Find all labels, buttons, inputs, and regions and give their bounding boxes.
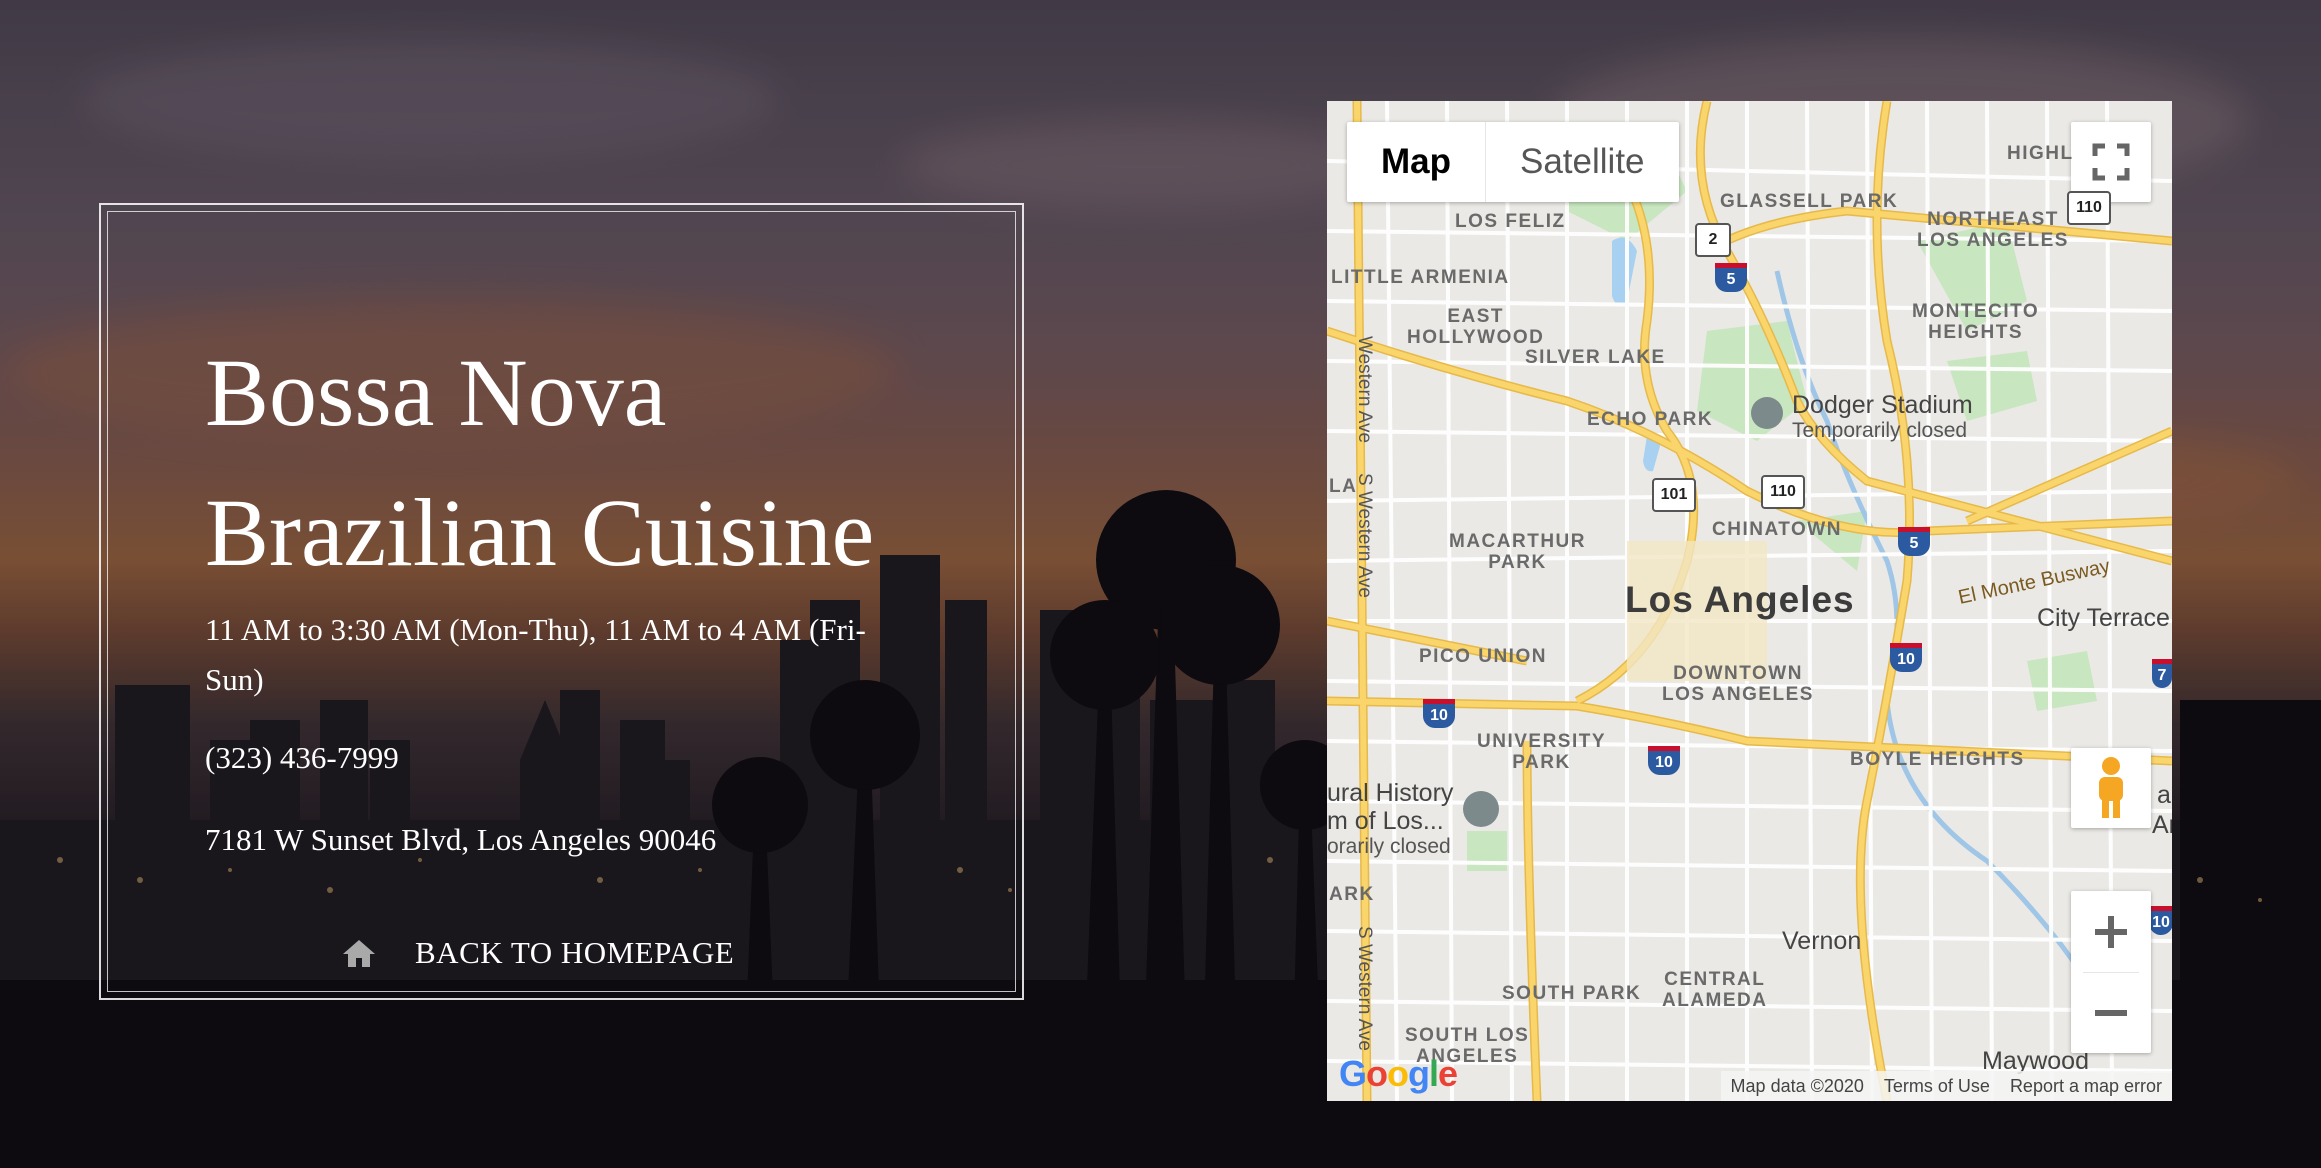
map-label-montecito-heights-line-1: MONTECITO [1912, 301, 2040, 322]
restaurant-info-card: Bossa Nova Brazilian Cuisine 11 AM to 3:… [99, 203, 1024, 1000]
map-label-university-park-line-1: UNIVERSITY [1477, 731, 1607, 752]
google-logo-e: e [1438, 1053, 1458, 1094]
pegman-icon [2099, 757, 2123, 818]
map-label-pico-union: PICO UNION [1419, 646, 1547, 667]
terms-of-use-link[interactable]: Terms of Use [1874, 1076, 2000, 1097]
map-label-northeast-la-line-1: NORTHEAST [1927, 209, 2059, 230]
zoom-control [2071, 891, 2151, 1053]
route-110-shield-north: 110 [2067, 191, 2111, 225]
fullscreen-button[interactable] [2071, 122, 2151, 202]
map-label-macarthur-park-line-2: PARK [1488, 552, 1547, 573]
map-label-east-hollywood-line-2: HOLLYWOOD [1407, 327, 1545, 348]
map-label-echo-park: ECHO PARK [1587, 409, 1714, 430]
map-label-city-terrace: City Terrace [2037, 604, 2170, 632]
map-label-dodger-status: Temporarily closed [1792, 419, 1968, 442]
interstate-5-shield-east: 5 [1898, 527, 1930, 556]
route-101-shield: 101 [1652, 478, 1696, 512]
map-label-central-alameda: CENTRAL ALAMEDA [1662, 969, 1768, 1011]
fullscreen-icon [2092, 143, 2130, 181]
map-label-vernon: Vernon [1782, 927, 1862, 955]
map-label-chinatown: CHINATOWN [1712, 519, 1842, 540]
map-label-dodger-stadium: Dodger Stadium [1792, 391, 1973, 419]
map-label-museum-line-2: m of Los... [1327, 807, 1444, 835]
google-logo-l: l [1429, 1053, 1439, 1094]
map-label-boyle-heights: BOYLE HEIGHTS [1850, 749, 2025, 770]
street-address: 7181 W Sunset Blvd, Los Angeles 90046 [205, 822, 717, 857]
street-view-pegman[interactable] [2071, 748, 2151, 828]
map-attribution-bar: Map data ©2020 Terms of Use Report a map… [1720, 1071, 2172, 1101]
map-label-museum-line-1: ural History [1327, 779, 1454, 807]
route-2-shield: 2 [1695, 223, 1731, 257]
map-label-glassell-park: GLASSELL PARK [1720, 191, 1899, 212]
map-label-northeast-la-line-2: LOS ANGELES [1917, 230, 2069, 251]
map-label-university-park-line-2: PARK [1512, 752, 1571, 773]
map-label-east-hollywood: EAST HOLLYWOOD [1407, 306, 1544, 348]
map-label-silver-lake: SILVER LAKE [1525, 347, 1666, 368]
title-line-2: Brazilian Cuisine [205, 479, 875, 586]
interstate-5-shield: 5 [1715, 263, 1747, 292]
map-data-credit: Map data ©2020 [1730, 1075, 1864, 1096]
google-map[interactable]: Map Satellite HIGHL LOS FELIZ GLASSELL P… [1327, 101, 2172, 1101]
map-label-museum-status: orarily closed [1327, 835, 1451, 858]
route-110-shield: 110 [1761, 475, 1805, 509]
map-type-toggle: Map Satellite [1347, 122, 1679, 202]
map-label-downtown-la-line-1: DOWNTOWN [1673, 663, 1803, 684]
interstate-10-shield-west: 10 [1423, 699, 1455, 728]
map-label-edge-a: a [2157, 781, 2171, 809]
opening-hours: 11 AM to 3:30 AM (Mon-Thu), 11 AM to 4 A… [205, 605, 925, 705]
map-label-little-armenia: LITTLE ARMENIA [1331, 267, 1510, 288]
map-label-montecito-heights-line-2: HEIGHTS [1928, 322, 2024, 343]
map-label-macarthur-park-line-1: MACARTHUR [1449, 531, 1586, 552]
map-label-central-alameda-line-2: ALAMEDA [1662, 990, 1768, 1011]
google-logo[interactable]: Google [1339, 1053, 1458, 1095]
interstate-10-shield-east: 10 [1890, 643, 1922, 672]
interstate-10-shield-edge: 10 [2149, 906, 2172, 935]
map-label-western-ave: Western Ave [1354, 336, 1375, 444]
map-label-ark-edge: ARK [1329, 884, 1375, 905]
back-to-homepage-label: BACK TO HOMEPAGE [415, 935, 735, 970]
map-type-map-button[interactable]: Map [1347, 122, 1486, 202]
interstate-10-shield-center: 10 [1648, 746, 1680, 775]
map-type-satellite-button[interactable]: Satellite [1486, 122, 1679, 202]
map-label-northeast-la: NORTHEAST LOS ANGELES [1917, 209, 2069, 251]
map-label-downtown-la: DOWNTOWN LOS ANGELES [1662, 663, 1814, 705]
hours-line-2: Sun) [205, 662, 264, 697]
map-label-central-alameda-line-1: CENTRAL [1664, 969, 1766, 990]
map-label-east-hollywood-line-1: EAST [1447, 306, 1505, 327]
map-label-los-feliz: LOS FELIZ [1455, 211, 1566, 232]
hours-line-1: 11 AM to 3:30 AM (Mon-Thu), 11 AM to 4 A… [205, 612, 866, 647]
title-line-1: Bossa Nova [205, 339, 667, 446]
map-label-s-western-ave: S Western Ave [1354, 473, 1375, 598]
map-label-macarthur-park: MACARTHUR PARK [1449, 531, 1586, 573]
map-label-montecito-heights: MONTECITO HEIGHTS [1912, 301, 2039, 343]
zoom-in-button[interactable] [2071, 892, 2151, 972]
map-label-university-park: UNIVERSITY PARK [1477, 731, 1606, 773]
report-map-error-link[interactable]: Report a map error [2000, 1076, 2172, 1097]
google-logo-g: G [1339, 1053, 1367, 1094]
map-label-south-los-angeles-line-1: SOUTH LOS [1405, 1025, 1530, 1046]
minus-icon [2095, 1009, 2127, 1016]
plus-icon [2095, 915, 2127, 948]
map-label-south-park: SOUTH PARK [1502, 983, 1642, 1004]
map-label-edge-an: An [2152, 811, 2172, 839]
restaurant-title: Bossa Nova Brazilian Cuisine [205, 323, 965, 603]
interstate-7-shield-edge: 7 [2152, 659, 2172, 688]
zoom-out-button[interactable] [2071, 973, 2151, 1053]
google-logo-g2: g [1408, 1053, 1430, 1094]
map-label-los-angeles: Los Angeles [1625, 579, 1855, 620]
map-label-highl: HIGHL [2007, 143, 2074, 164]
back-to-homepage-link[interactable]: BACK TO HOMEPAGE [341, 935, 734, 971]
google-logo-o2: o [1387, 1053, 1409, 1094]
map-label-downtown-la-line-2: LOS ANGELES [1662, 684, 1814, 705]
map-label-s-western-ave-2: S Western Ave [1354, 926, 1375, 1051]
home-icon [343, 940, 375, 967]
phone-number: (323) 436-7999 [205, 740, 399, 775]
google-logo-o1: o [1366, 1053, 1388, 1094]
